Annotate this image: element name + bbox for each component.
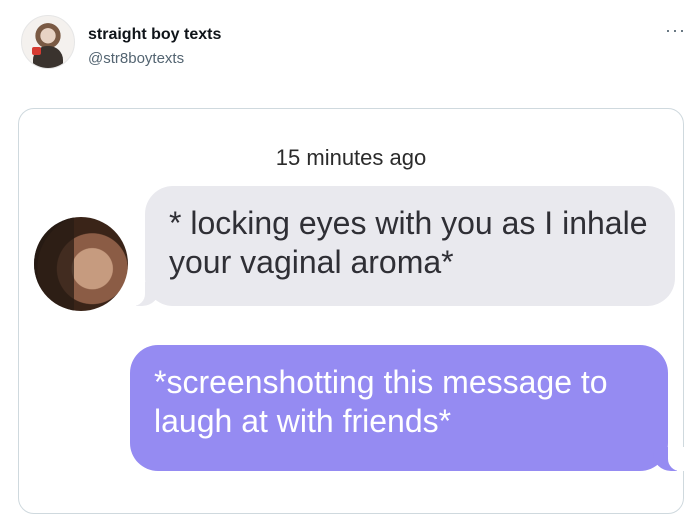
incoming-message-bubble: * locking eyes with you as I inhale your… (127, 186, 675, 306)
incoming-message-text: * locking eyes with you as I inhale your… (169, 205, 648, 280)
author-handle[interactable]: @str8boytexts (88, 50, 184, 67)
sender-avatar (34, 217, 128, 311)
more-options-icon[interactable]: ··· (665, 20, 686, 41)
outgoing-message-text: *screenshotting this message to laugh at… (154, 364, 608, 439)
author-name[interactable]: straight boy texts (88, 26, 221, 44)
tweet-media-image[interactable]: 15 minutes ago * locking eyes with you a… (18, 108, 686, 514)
avatar-cup (32, 47, 41, 55)
author-avatar[interactable] (21, 15, 75, 69)
avatar-shadow (34, 217, 74, 311)
message-timestamp: 15 minutes ago (275, 145, 427, 170)
outgoing-message-bubble: *screenshotting this message to laugh at… (130, 345, 686, 471)
